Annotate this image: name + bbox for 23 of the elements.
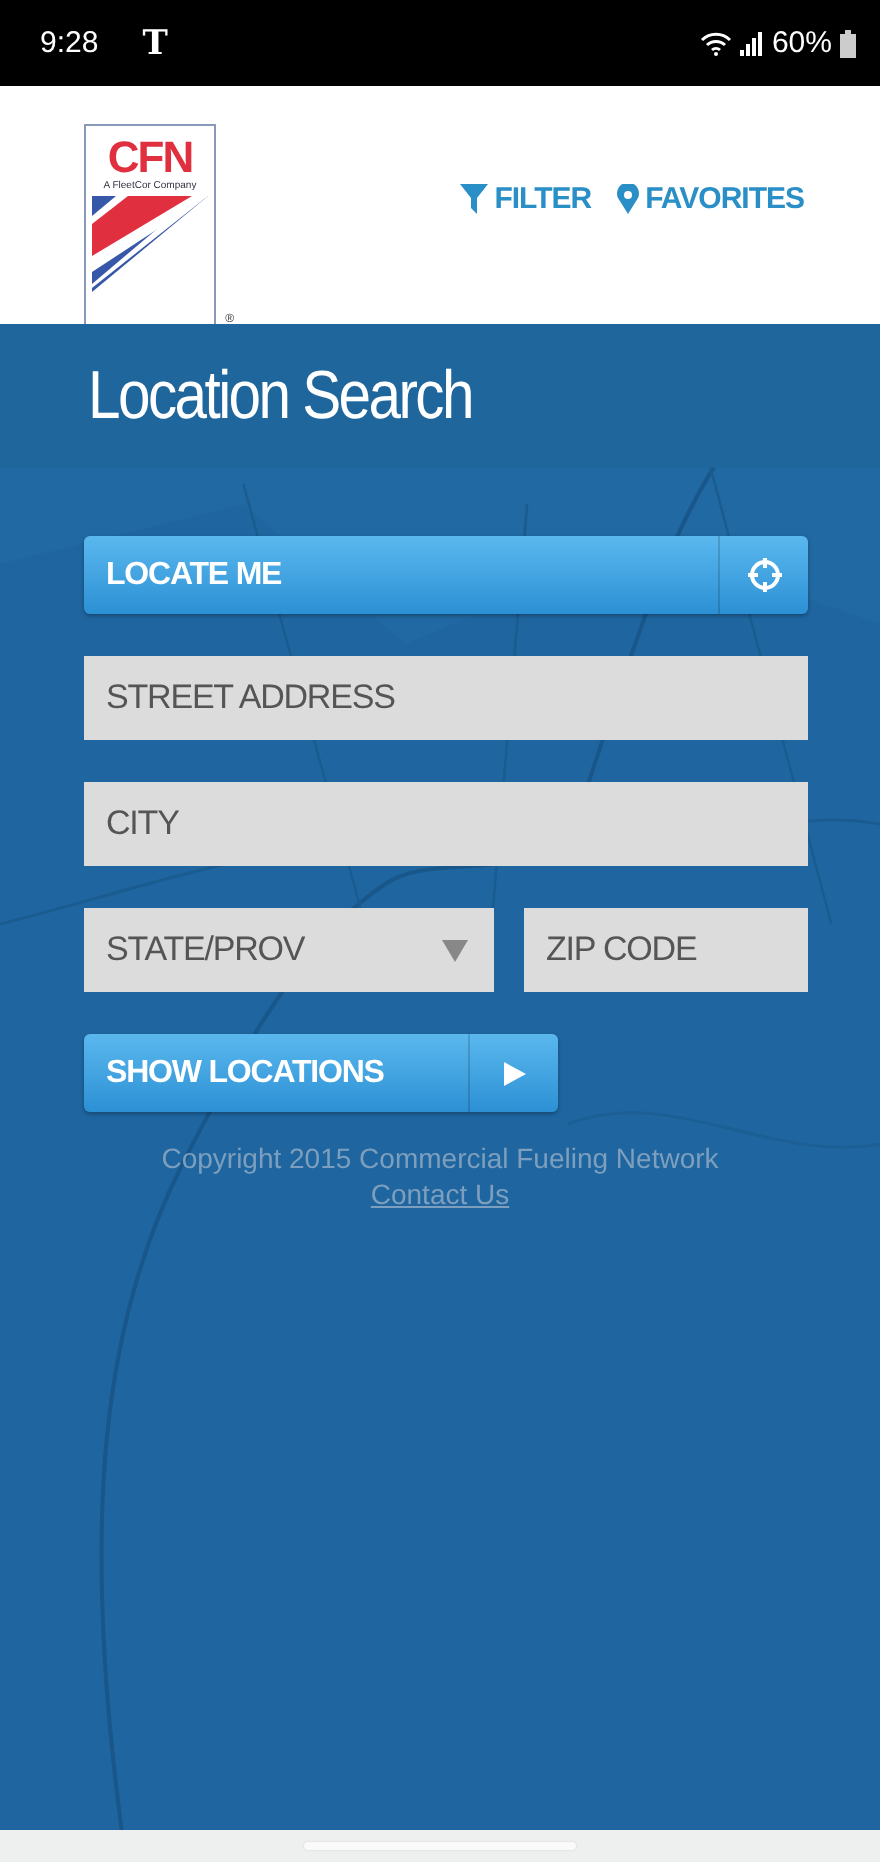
favorites-link[interactable]: FAVORITES bbox=[615, 182, 804, 216]
status-time: 9:28 bbox=[40, 26, 99, 60]
battery-level: 60% bbox=[771, 26, 832, 60]
street-address-field[interactable]: STREET ADDRESS bbox=[84, 656, 808, 740]
logo-name: CFN bbox=[107, 138, 193, 178]
dropdown-icon bbox=[442, 939, 468, 961]
locate-me-button[interactable]: LOCATE ME bbox=[84, 536, 808, 614]
carrier-logo: T bbox=[142, 23, 168, 63]
wifi-icon bbox=[699, 30, 732, 56]
show-locations-button[interactable]: SHOW LOCATIONS bbox=[84, 1034, 558, 1112]
page-title: Location Search bbox=[88, 357, 472, 435]
pin-icon bbox=[615, 184, 640, 214]
filter-icon bbox=[460, 184, 489, 214]
battery-icon bbox=[840, 29, 856, 57]
play-icon bbox=[503, 1061, 525, 1085]
filter-link[interactable]: FILTER bbox=[460, 182, 592, 216]
copyright-text: Copyright 2015 Commercial Fueling Network bbox=[161, 1142, 719, 1174]
city-field[interactable]: CITY bbox=[84, 782, 808, 866]
contact-us-link[interactable]: Contact Us bbox=[370, 1178, 510, 1210]
signal-icon bbox=[739, 30, 764, 56]
state-select[interactable]: STATE/PROV bbox=[84, 908, 494, 992]
zip-code-field[interactable]: ZIP CODE bbox=[524, 908, 808, 992]
crosshair-icon bbox=[747, 558, 781, 592]
